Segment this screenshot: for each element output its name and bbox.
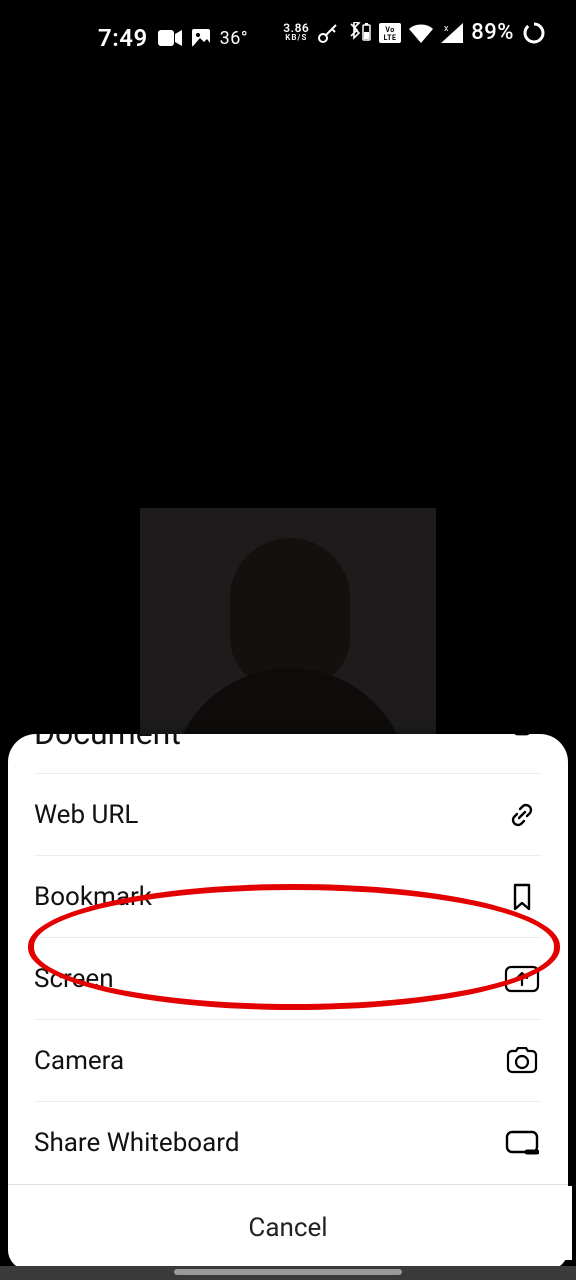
menu-label: Bookmark bbox=[34, 882, 152, 912]
link-icon bbox=[502, 801, 542, 829]
videocam-icon bbox=[158, 30, 182, 46]
corner-artifact bbox=[494, 1186, 572, 1260]
bluetooth-battery-icon bbox=[347, 22, 371, 44]
camera-icon bbox=[502, 1047, 542, 1075]
menu-item-screen[interactable]: Screen bbox=[34, 938, 542, 1020]
battery-ring-icon bbox=[522, 21, 546, 45]
signal-icon: x bbox=[441, 23, 463, 43]
svg-text:Vo: Vo bbox=[386, 26, 395, 34]
menu-label: Web URL bbox=[34, 800, 138, 830]
screen-share-icon bbox=[502, 965, 542, 993]
menu-item-web-url[interactable]: Web URL bbox=[34, 774, 542, 856]
cancel-label: Cancel bbox=[248, 1213, 327, 1243]
menu-item-document[interactable]: Document bbox=[34, 734, 542, 774]
status-bar: 7:49 36° 3.86KB/S VoLTE x 89% bbox=[0, 0, 576, 58]
menu-label: Screen bbox=[34, 964, 114, 994]
battery-percent: 89% bbox=[471, 20, 514, 45]
menu-label: Document bbox=[34, 734, 181, 752]
volte-icon: VoLTE bbox=[379, 23, 401, 43]
network-speed: 3.86KB/S bbox=[283, 23, 309, 43]
menu-label: Share Whiteboard bbox=[34, 1128, 240, 1158]
home-indicator bbox=[0, 1266, 576, 1280]
document-icon bbox=[502, 734, 542, 736]
cancel-button[interactable]: Cancel bbox=[8, 1184, 568, 1270]
menu-label: Camera bbox=[34, 1046, 124, 1076]
status-time: 7:49 bbox=[98, 24, 148, 52]
menu-item-bookmark[interactable]: Bookmark bbox=[34, 856, 542, 938]
wifi-icon bbox=[409, 23, 433, 43]
svg-text:x: x bbox=[444, 24, 449, 34]
menu-item-whiteboard[interactable]: Share Whiteboard bbox=[34, 1102, 542, 1184]
whiteboard-icon bbox=[502, 1130, 542, 1156]
status-temp: 36° bbox=[220, 28, 248, 49]
bookmark-icon bbox=[502, 882, 542, 912]
background-user-photo bbox=[140, 508, 436, 768]
image-icon bbox=[192, 29, 210, 47]
svg-text:LTE: LTE bbox=[384, 34, 397, 42]
share-bottom-sheet: Document Web URL Bookmark Screen Camera bbox=[8, 734, 568, 1270]
menu-item-camera[interactable]: Camera bbox=[34, 1020, 542, 1102]
share-menu-list: Document Web URL Bookmark Screen Camera bbox=[8, 734, 568, 1184]
key-icon bbox=[317, 22, 339, 44]
